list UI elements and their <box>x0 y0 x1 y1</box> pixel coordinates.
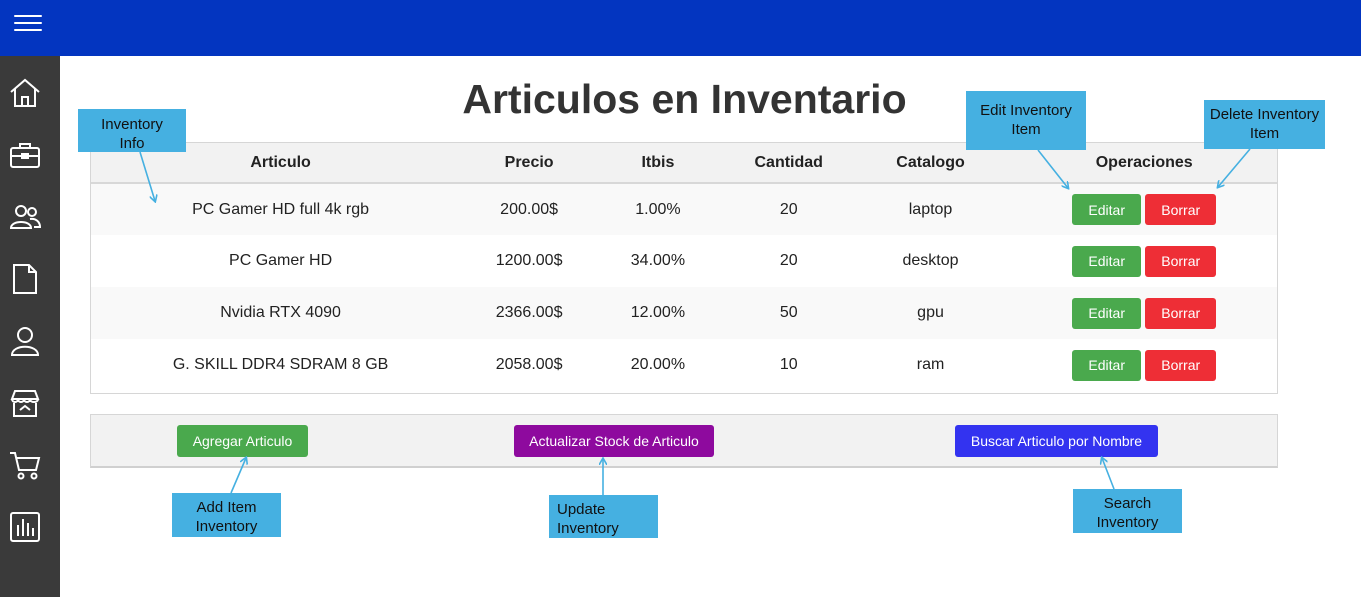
cell-precio: 1200.00$ <box>495 252 563 269</box>
user-icon[interactable] <box>8 324 42 358</box>
delete-button[interactable]: Borrar <box>1145 349 1217 381</box>
callout-search-inventory: Search Inventory <box>1073 489 1182 533</box>
cell-operaciones: Editar Borrar <box>1011 339 1277 391</box>
add-item-button[interactable]: Agregar Articulo <box>177 425 308 457</box>
search-by-name-button[interactable]: Buscar Articulo por Nombre <box>955 425 1158 457</box>
action-toolbar: Agregar Articulo Actualizar Stock de Art… <box>90 414 1278 468</box>
inventory-table: Articulo Precio Itbis Cantidad Catalogo … <box>90 142 1278 394</box>
edit-button[interactable]: Editar <box>1072 245 1142 277</box>
store-icon[interactable] <box>8 386 42 420</box>
cell-catalogo: desktop <box>902 252 959 269</box>
callout-edit-item: Edit Inventory Item <box>966 91 1086 150</box>
cell-operaciones: Editar Borrar <box>1011 287 1277 339</box>
update-stock-button[interactable]: Actualizar Stock de Articulo <box>514 425 714 457</box>
callout-add-item: Add Item Inventory <box>172 493 281 537</box>
cell-operaciones: Editar Borrar <box>1011 235 1277 287</box>
cell-cantidad: 20 <box>779 200 798 218</box>
users-icon[interactable] <box>8 200 42 234</box>
hamburger-menu-icon[interactable] <box>14 10 42 34</box>
sidebar <box>0 56 60 597</box>
cell-precio: 2366.00$ <box>495 304 563 321</box>
cell-precio: 2058.00$ <box>495 356 563 373</box>
table-row: PC Gamer HD 1200.00$ 34.00% 20 desktop E… <box>91 235 1277 287</box>
table-row: Nvidia RTX 4090 2366.00$ 12.00% 50 gpu E… <box>91 287 1277 339</box>
table-header-row: Articulo Precio Itbis Cantidad Catalogo … <box>91 143 1277 183</box>
header-cantidad: Cantidad <box>754 153 823 171</box>
edit-button[interactable]: Editar <box>1072 194 1142 225</box>
cart-icon[interactable] <box>8 448 42 482</box>
cell-articulo: G. SKILL DDR4 SDRAM 8 GB <box>172 356 389 373</box>
edit-button[interactable]: Editar <box>1072 349 1142 381</box>
page-title: Articulos en Inventario <box>462 76 907 122</box>
bar-chart-icon[interactable] <box>8 510 42 544</box>
delete-button[interactable]: Borrar <box>1145 245 1217 277</box>
callout-inventory-info: Inventory Info <box>78 109 186 152</box>
cell-articulo: PC Gamer HD <box>229 252 333 269</box>
cell-itbis: 1.00% <box>635 200 681 218</box>
cell-itbis: 12.00% <box>630 304 686 321</box>
cell-catalogo: ram <box>916 356 945 373</box>
cell-catalogo: gpu <box>917 304 944 321</box>
top-bar <box>0 0 1361 56</box>
delete-button[interactable]: Borrar <box>1145 194 1217 225</box>
cell-itbis: 20.00% <box>630 356 686 373</box>
callout-update-inventory: Update Inventory <box>549 495 658 538</box>
cell-itbis: 34.00% <box>630 252 686 269</box>
header-itbis: Itbis <box>641 153 675 171</box>
cell-articulo: Nvidia RTX 4090 <box>220 304 341 321</box>
table-row: PC Gamer HD full 4k rgb 200.00$ 1.00% 20… <box>91 183 1277 235</box>
briefcase-icon[interactable] <box>8 138 42 172</box>
cell-operaciones: Editar Borrar <box>1011 183 1277 235</box>
table-row: G. SKILL DDR4 SDRAM 8 GB 2058.00$ 20.00%… <box>91 339 1277 391</box>
header-precio: Precio <box>504 153 554 171</box>
edit-button[interactable]: Editar <box>1072 297 1142 329</box>
callout-delete-item: Delete Inventory Item <box>1204 100 1325 149</box>
cell-catalogo: laptop <box>908 200 953 218</box>
cell-articulo: PC Gamer HD full 4k rgb <box>192 200 370 218</box>
cell-cantidad: 20 <box>779 252 798 269</box>
cell-cantidad: 10 <box>779 356 798 373</box>
cell-cantidad: 50 <box>779 304 798 321</box>
delete-button[interactable]: Borrar <box>1145 297 1217 329</box>
cell-precio: 200.00$ <box>500 200 559 218</box>
document-icon[interactable] <box>8 262 42 296</box>
